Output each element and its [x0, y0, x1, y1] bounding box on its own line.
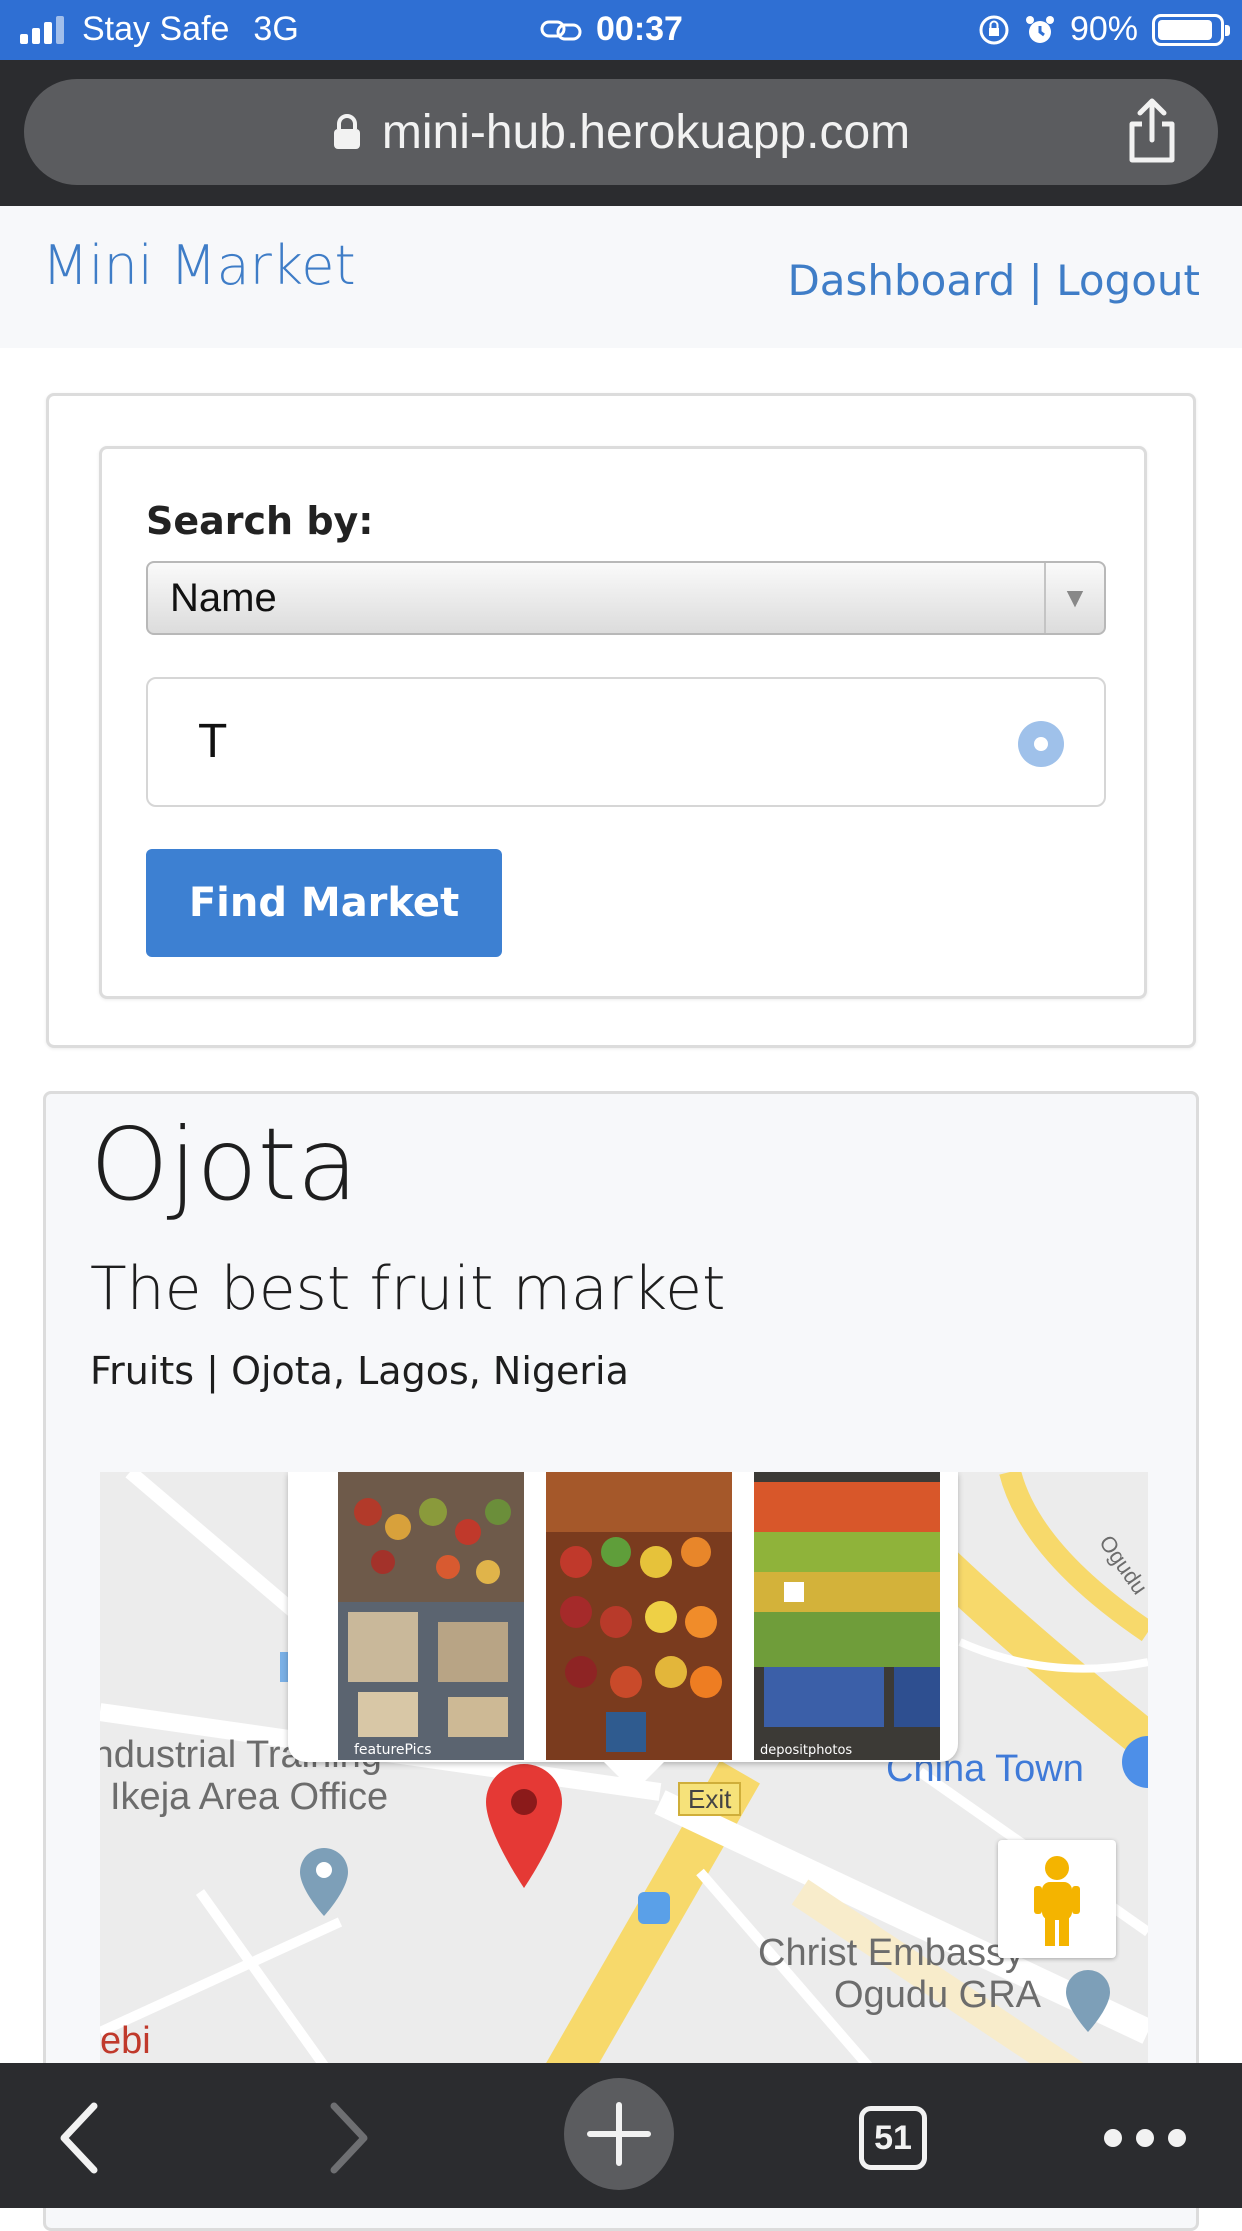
autofill-icon[interactable]	[1018, 721, 1064, 767]
market-category: Fruits	[90, 1349, 195, 1393]
search-input-value: T	[198, 715, 228, 768]
rotation-lock-icon	[979, 15, 1009, 44]
market-photo-3: depositphotos	[754, 1472, 940, 1760]
meta-separator: |	[206, 1349, 219, 1393]
browser-bar: mini-hub.herokuapp.com	[0, 60, 1242, 206]
map-label-left-edge: ebi	[100, 2020, 151, 2062]
market-result-card: Ojota The best fruit market Fruits | Ojo…	[43, 1091, 1199, 2231]
battery-fill	[1158, 19, 1212, 40]
nav-separator: |	[1028, 256, 1043, 305]
forward-icon[interactable]	[294, 2083, 404, 2193]
street-view-pegman-icon[interactable]	[998, 1840, 1116, 1958]
status-right: 90%	[978, 10, 1230, 49]
dashboard-link[interactable]: Dashboard	[787, 256, 1015, 305]
search-form: Search by: Name ▼ T Find Market	[99, 446, 1147, 999]
find-market-button[interactable]: Find Market	[146, 849, 502, 957]
map-info-window[interactable]: featurePics depositphotos	[288, 1472, 958, 1792]
market-location: Ojota, Lagos, Nigeria	[231, 1349, 629, 1393]
map-exit-tag: Exit	[678, 1782, 742, 1816]
battery-icon	[1152, 13, 1230, 46]
map-label-industrial-2: Ikeja Area Office	[110, 1776, 389, 1818]
photo-watermark: featurePics	[354, 1742, 432, 1758]
battery-percent: 90%	[1069, 10, 1138, 48]
brand-link[interactable]: Mini Market	[42, 234, 356, 297]
search-input[interactable]: T	[146, 677, 1106, 807]
share-icon[interactable]	[1122, 96, 1182, 166]
tabs-button[interactable]: 51	[838, 2083, 948, 2193]
status-center: 00:37	[540, 10, 683, 49]
map-label-christ-2: Ogudu GRA	[834, 1974, 1041, 2016]
plus-icon	[564, 2078, 674, 2190]
link-icon	[540, 20, 582, 40]
address-bar[interactable]: mini-hub.herokuapp.com	[24, 79, 1218, 185]
lock-icon	[333, 114, 360, 149]
tab-count: 51	[859, 2106, 927, 2170]
nav-links: Dashboard | Logout	[787, 256, 1200, 305]
network-type: 3G	[253, 10, 299, 48]
select-value: Name	[170, 576, 277, 620]
new-tab-button[interactable]	[564, 2078, 674, 2190]
search-section: Search by: Name ▼ T Find Market	[46, 393, 1196, 1048]
market-meta: Fruits | Ojota, Lagos, Nigeria	[90, 1349, 629, 1393]
clock: 00:37	[596, 10, 683, 48]
logout-link[interactable]: Logout	[1056, 256, 1200, 305]
carrier-name: Stay Safe	[82, 10, 230, 48]
site-navbar: Mini Market Dashboard | Logout	[0, 206, 1242, 348]
more-menu-icon[interactable]	[1090, 2083, 1200, 2193]
alarm-icon	[1025, 15, 1054, 43]
signal-icon	[20, 15, 64, 44]
search-type-select[interactable]: Name ▼	[146, 561, 1106, 635]
back-icon[interactable]	[24, 2083, 134, 2193]
status-left: Stay Safe 3G	[20, 10, 299, 49]
search-by-label: Search by:	[146, 499, 374, 543]
url-text: mini-hub.herokuapp.com	[381, 105, 911, 159]
market-name: Ojota	[90, 1106, 359, 1223]
chevron-down-icon[interactable]: ▼	[1044, 563, 1104, 633]
market-description: The best fruit market	[90, 1254, 726, 1324]
market-photo-2	[546, 1472, 732, 1760]
market-photo-1: featurePics	[338, 1472, 524, 1760]
status-bar: Stay Safe 3G 00:37 90%	[0, 0, 1242, 60]
photo-watermark-2: depositphotos	[760, 1743, 852, 1758]
map-label-christ-1: Christ Embassy	[758, 1932, 1025, 1974]
browser-toolbar: 51	[0, 2063, 1242, 2208]
